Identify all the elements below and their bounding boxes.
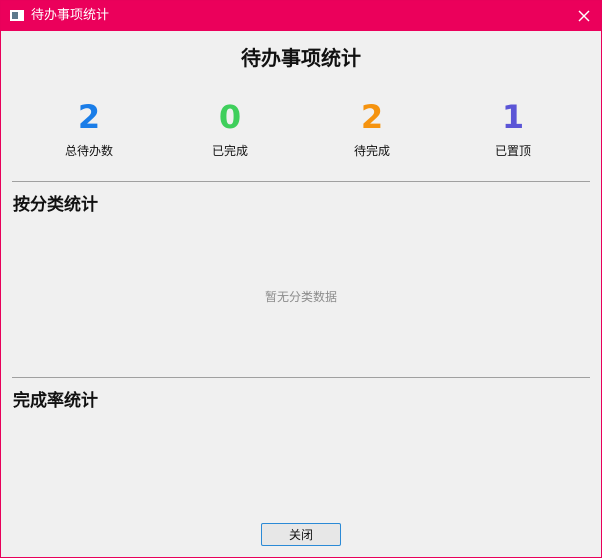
close-button[interactable]: 关闭 bbox=[261, 523, 341, 546]
completion-section-title: 完成率统计 bbox=[13, 391, 98, 411]
stat-pending-value: 2 bbox=[360, 98, 384, 136]
divider-category bbox=[12, 181, 590, 182]
stat-pinned-value: 1 bbox=[501, 98, 525, 136]
stats-dialog-window: 待办事项统计 待办事项统计 2 总待办数 0 已完成 2 待完成 1 已置顶 按… bbox=[0, 0, 602, 558]
app-window-icon bbox=[10, 10, 24, 21]
stat-total-label: 总待办数 bbox=[64, 144, 113, 158]
category-section-title: 按分类统计 bbox=[13, 195, 98, 215]
close-window-icon[interactable] bbox=[573, 5, 595, 27]
category-empty-text: 暂无分类数据 bbox=[264, 290, 337, 304]
stat-pinned: 1 已置顶 bbox=[453, 97, 573, 159]
stat-completed-label: 已完成 bbox=[211, 144, 248, 158]
window-title: 待办事项统计 bbox=[31, 8, 110, 23]
divider-completion bbox=[12, 377, 590, 378]
stat-pending-label: 待完成 bbox=[353, 144, 390, 158]
stat-completed: 0 已完成 bbox=[170, 97, 290, 159]
stat-total-value: 2 bbox=[77, 98, 101, 136]
stat-pending: 2 待完成 bbox=[312, 97, 432, 159]
dialog-heading: 待办事项统计 bbox=[241, 46, 361, 70]
title-bar[interactable]: 待办事项统计 bbox=[1, 1, 601, 31]
stat-completed-value: 0 bbox=[218, 98, 242, 136]
stat-pinned-label: 已置顶 bbox=[494, 144, 531, 158]
stat-total: 2 总待办数 bbox=[29, 97, 149, 159]
